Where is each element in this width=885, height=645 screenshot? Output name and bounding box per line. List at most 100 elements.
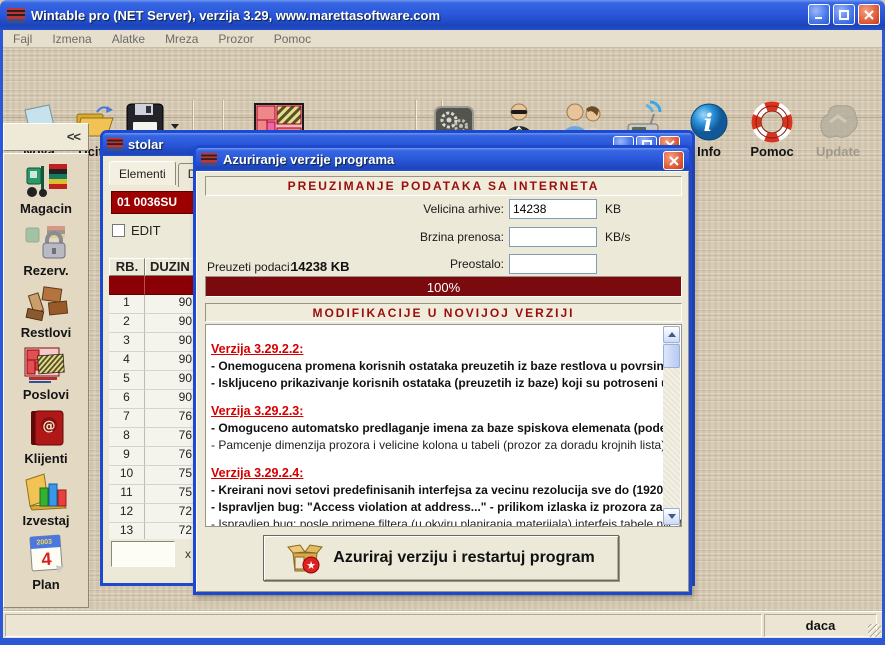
- preuzeti-podaci-label: Preuzeti podaci:: [207, 260, 293, 274]
- progress-percent: 100%: [206, 280, 681, 295]
- stolar-title: stolar: [128, 137, 163, 152]
- scroll-thumb[interactable]: [663, 344, 680, 368]
- sidebar-item-izvestaj[interactable]: Izvestaj: [6, 470, 86, 532]
- resize-grip[interactable]: [868, 624, 881, 637]
- titlebar: Wintable pro (NET Server), verzija 3.29,…: [0, 0, 885, 30]
- modification-line: - Ispravljen bug: "Access violation at a…: [211, 500, 659, 515]
- table-cell: 5: [109, 371, 145, 390]
- brzina-prenosa-label: Brzina prenosa:: [420, 230, 504, 244]
- status-panel-user: daca: [764, 614, 877, 637]
- sidebar-item-poslovi[interactable]: Poslovi: [6, 346, 86, 408]
- sidebar-collapse-bar: <<: [3, 123, 89, 151]
- velicina-arhive-label: Velicina arhive:: [423, 202, 504, 216]
- table-cell: 13: [109, 523, 145, 539]
- svg-text:2003: 2003: [36, 539, 52, 547]
- sidebar: Magacin Rezerv. Restlovi: [3, 153, 89, 608]
- snimi-dropdown-arrow[interactable]: [171, 124, 179, 129]
- modification-line: - Pamcenje dimenzija prozora i velicine …: [211, 438, 659, 453]
- update-restart-button[interactable]: ★ Azuriraj verziju i restartuj program: [263, 535, 619, 581]
- status-panel-main: [5, 614, 762, 637]
- table-cell: 8: [109, 428, 145, 447]
- sidebar-item-klijenti[interactable]: @ Klijenti: [6, 408, 86, 470]
- menu-prozor[interactable]: Prozor: [208, 32, 263, 46]
- toolbar-button-pomoc[interactable]: Pomoc: [741, 100, 803, 162]
- preuzeti-podaci-value: 14238 KB: [291, 259, 350, 274]
- velicina-arhive-input[interactable]: [509, 199, 597, 219]
- modification-line: - Kreirani novi setovi predefinisanih in…: [211, 483, 659, 498]
- table-cell: 3: [109, 333, 145, 352]
- edit-checkbox[interactable]: [112, 224, 125, 237]
- tab-elementi[interactable]: Elementi: [109, 161, 176, 185]
- svg-text:@: @: [43, 419, 56, 434]
- dialog-title: Azuriranje verzije programa: [223, 152, 394, 167]
- reserved-lock-icon: [23, 222, 69, 262]
- clients-book-icon: @: [23, 408, 69, 450]
- table-cell: 10: [109, 466, 145, 485]
- plan-calendar-icon: 2003 4: [25, 532, 67, 576]
- modifications-list[interactable]: Verzija 3.29.2.2: - Onemogucena promena k…: [205, 324, 682, 527]
- velicina-unit: KB: [605, 202, 621, 216]
- sidebar-item-plan[interactable]: 2003 4 Plan: [6, 532, 86, 594]
- svg-text:★: ★: [306, 560, 316, 572]
- svg-text:i: i: [703, 108, 712, 137]
- preostalo-label: Preostalo:: [450, 257, 504, 271]
- svg-text:4: 4: [41, 549, 52, 570]
- sidebar-item-magacin[interactable]: Magacin: [6, 160, 86, 222]
- modification-line: - Ispravljen bug: posle primene filtera …: [211, 517, 659, 527]
- menu-fajl[interactable]: Fajl: [3, 32, 42, 46]
- app-logo-icon: [200, 152, 218, 167]
- modifications-section-header: MODIFIKACIJE U NOVIJOJ VERZIJI: [205, 303, 682, 322]
- table-cell: 11: [109, 485, 145, 504]
- window-title: Wintable pro (NET Server), verzija 3.29,…: [31, 8, 440, 23]
- table-cell: 6: [109, 390, 145, 409]
- toolbar-button-update[interactable]: Update: [809, 100, 867, 162]
- update-icon: [816, 102, 860, 142]
- preostalo-input[interactable]: [509, 254, 597, 274]
- leftovers-wood-icon: [23, 284, 69, 324]
- collapse-sidebar-button[interactable]: <<: [67, 129, 80, 144]
- close-button[interactable]: [858, 4, 880, 25]
- sidebar-item-restlovi[interactable]: Restlovi: [6, 284, 86, 346]
- clear-x-label[interactable]: x: [185, 547, 191, 561]
- version-heading: Verzija 3.29.2.2:: [211, 342, 659, 356]
- update-dialog: Azuriranje verzije programa PREUZIMANJE …: [193, 145, 692, 595]
- statusbar: daca: [3, 611, 882, 638]
- scrollbar[interactable]: [663, 326, 680, 525]
- scroll-up-button[interactable]: [663, 326, 680, 343]
- toolbar: Nova Ucitaj Snimi: [3, 48, 882, 118]
- table-cell: 2: [109, 314, 145, 333]
- warehouse-forklift-icon: [23, 160, 69, 200]
- table-cell: 7: [109, 409, 145, 428]
- menu-alatke[interactable]: Alatke: [102, 32, 155, 46]
- column-header-rb[interactable]: RB.: [109, 258, 145, 276]
- info-circle-icon: i: [689, 102, 729, 142]
- app-window: Wintable pro (NET Server), verzija 3.29,…: [0, 0, 885, 645]
- download-section-header: PREUZIMANJE PODATAKA SA INTERNETA: [205, 176, 682, 196]
- modification-line: - Iskljuceno prikazivanje korisnih ostat…: [211, 376, 659, 391]
- brzina-unit: KB/s: [605, 230, 630, 244]
- version-heading: Verzija 3.29.2.4:: [211, 466, 659, 480]
- dialog-titlebar[interactable]: Azuriranje verzije programa: [196, 148, 689, 171]
- download-progress-bar: 100%: [205, 276, 682, 297]
- table-cell: 1: [109, 295, 145, 314]
- report-chart-icon: [22, 470, 70, 512]
- menu-pomoc[interactable]: Pomoc: [264, 32, 321, 46]
- minimize-button[interactable]: [808, 4, 830, 25]
- table-cell: 4: [109, 352, 145, 371]
- quick-search-input[interactable]: [111, 541, 175, 567]
- scroll-down-button[interactable]: [663, 508, 680, 525]
- jobs-cutting-icon: [23, 346, 69, 386]
- modification-line: - Onemogucena promena korisnih ostataka …: [211, 359, 659, 374]
- menu-mreza[interactable]: Mreza: [155, 32, 208, 46]
- brzina-prenosa-input[interactable]: [509, 227, 597, 247]
- maximize-button[interactable]: [833, 4, 855, 25]
- update-restart-button-label: Azuriraj verziju i restartuj program: [333, 549, 594, 567]
- version-heading: Verzija 3.29.2.3:: [211, 404, 659, 418]
- app-logo-icon: [6, 7, 26, 24]
- app-logo-icon: [106, 137, 124, 152]
- table-cell: 12: [109, 504, 145, 523]
- modification-line: - Omoguceno automatsko predlaganje imena…: [211, 421, 659, 436]
- menu-izmena[interactable]: Izmena: [42, 32, 101, 46]
- sidebar-item-rezerv[interactable]: Rezerv.: [6, 222, 86, 284]
- dialog-close-button[interactable]: [663, 151, 684, 170]
